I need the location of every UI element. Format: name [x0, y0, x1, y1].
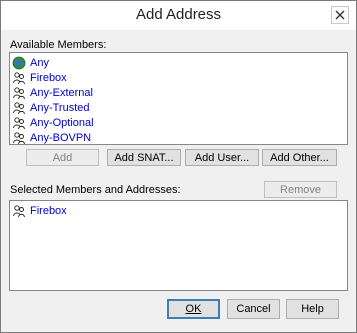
- help-button-label: Help: [301, 303, 324, 315]
- list-item[interactable]: Any-External: [12, 85, 93, 100]
- user-group-icon: [12, 204, 26, 218]
- list-item-label: Any-Trusted: [30, 101, 90, 114]
- list-item-label: Firebox: [30, 204, 67, 217]
- available-members-list[interactable]: Any Firebox Any-External Any-Trusted Any…: [9, 52, 348, 145]
- user-group-icon: [12, 71, 26, 85]
- add-other-button[interactable]: Add Other...: [262, 149, 337, 166]
- list-item-label: Any-External: [30, 86, 93, 99]
- user-group-icon: [12, 116, 26, 130]
- cancel-button-label: Cancel: [236, 303, 271, 315]
- close-icon: [335, 10, 345, 20]
- list-item[interactable]: Firebox: [12, 203, 67, 218]
- user-group-icon: [12, 131, 26, 145]
- list-item[interactable]: Any-Optional: [12, 115, 94, 130]
- selected-members-list[interactable]: Firebox: [9, 200, 348, 291]
- add-button[interactable]: Add: [26, 149, 99, 166]
- list-item-label: Any-BOVPN: [30, 131, 92, 144]
- user-group-icon: [12, 86, 26, 100]
- user-group-icon: [12, 101, 26, 115]
- selected-members-label: Selected Members and Addresses:: [10, 184, 181, 196]
- ok-button[interactable]: OK: [167, 299, 220, 319]
- add-address-dialog: Add Address Available Members: Any Fireb…: [0, 0, 357, 333]
- list-item-label: Any: [30, 56, 49, 69]
- title-bar: Add Address: [1, 1, 356, 30]
- add-snat-button[interactable]: Add SNAT...: [107, 149, 181, 166]
- add-user-button[interactable]: Add User...: [185, 149, 259, 166]
- list-item-label: Any-Optional: [30, 116, 94, 129]
- globe-icon: [12, 56, 26, 70]
- list-item[interactable]: Firebox: [12, 70, 67, 85]
- cancel-button[interactable]: Cancel: [227, 299, 280, 319]
- list-item[interactable]: Any: [12, 55, 49, 70]
- list-item[interactable]: Any-Trusted: [12, 100, 90, 115]
- dialog-body: Available Members: Any Firebox Any-Exter…: [9, 30, 348, 326]
- dialog-title: Add Address: [135, 6, 222, 23]
- available-members-label: Available Members:: [10, 39, 107, 51]
- help-button[interactable]: Help: [286, 299, 339, 319]
- ok-button-label: OK: [185, 303, 202, 315]
- close-button[interactable]: [331, 6, 349, 24]
- remove-button[interactable]: Remove: [264, 181, 337, 198]
- list-item-label: Firebox: [30, 71, 67, 84]
- list-item[interactable]: Any-BOVPN: [12, 130, 92, 145]
